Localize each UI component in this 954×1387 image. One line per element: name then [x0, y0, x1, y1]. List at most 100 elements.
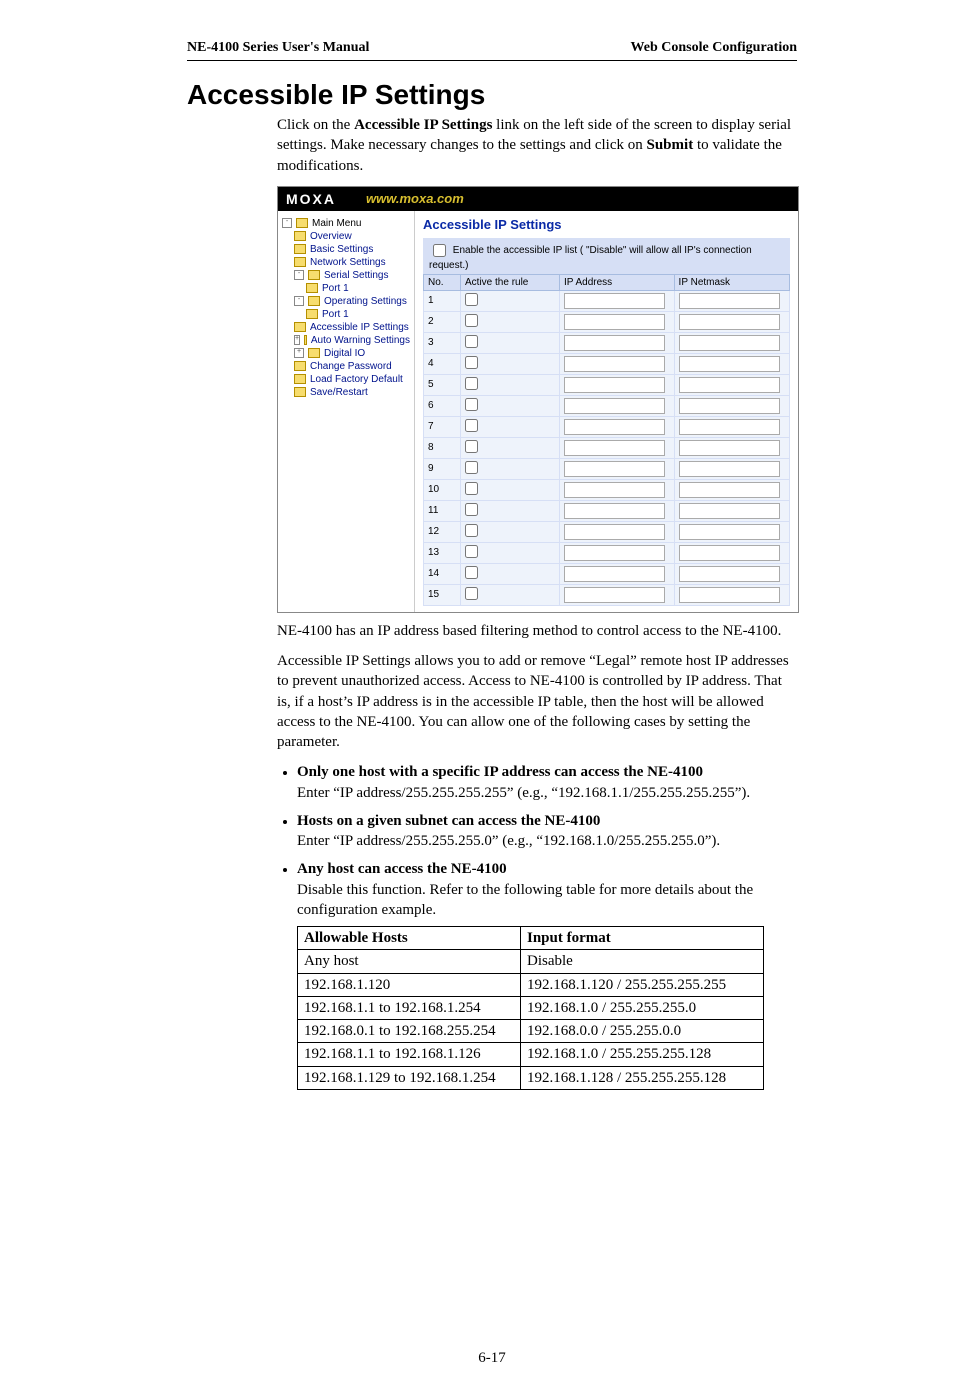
header-left: NE-4100 Series User's Manual: [187, 40, 369, 56]
row-ip-input[interactable]: [564, 482, 665, 498]
row-mask-input[interactable]: [679, 293, 781, 309]
row-mask-input[interactable]: [679, 545, 781, 561]
folder-icon: [308, 270, 320, 280]
row-ip-input[interactable]: [564, 545, 665, 561]
enable-row: Enable the accessible IP list ( "Disable…: [423, 238, 790, 274]
row-mask-input[interactable]: [679, 482, 781, 498]
ip-row: 3: [424, 332, 790, 353]
ip-row: 15: [424, 584, 790, 605]
row-mask-input[interactable]: [679, 335, 781, 351]
row-ip-input[interactable]: [564, 419, 665, 435]
row-active-checkbox[interactable]: [465, 503, 478, 516]
row-no: 12: [424, 521, 461, 542]
row-ip-input[interactable]: [564, 503, 665, 519]
nav-accessible-ip[interactable]: Accessible IP Settings: [310, 322, 409, 333]
row-mask-input[interactable]: [679, 377, 781, 393]
nav-auto-warning[interactable]: Auto Warning Settings: [311, 335, 410, 346]
nav-port1b[interactable]: Port 1: [322, 309, 349, 320]
row-active-checkbox[interactable]: [465, 524, 478, 537]
row-active-checkbox[interactable]: [465, 335, 478, 348]
row-ip-input[interactable]: [564, 440, 665, 456]
row-active-checkbox[interactable]: [465, 314, 478, 327]
row-mask-input[interactable]: [679, 503, 781, 519]
ip-row: 10: [424, 479, 790, 500]
format-row: Any hostDisable: [298, 950, 764, 973]
page-title: Accessible IP Settings: [187, 79, 797, 111]
nav-save-restart[interactable]: Save/Restart: [310, 387, 368, 398]
nav-digital-io[interactable]: Digital IO: [324, 348, 365, 359]
tree-main-menu: Main Menu: [312, 218, 361, 229]
nav-port1a[interactable]: Port 1: [322, 283, 349, 294]
row-ip-input[interactable]: [564, 398, 665, 414]
row-mask-input[interactable]: [679, 566, 781, 582]
bullet-head: Any host can access the NE-4100: [297, 861, 507, 877]
row-mask-input[interactable]: [679, 356, 781, 372]
row-ip-input[interactable]: [564, 335, 665, 351]
row-active-checkbox[interactable]: [465, 440, 478, 453]
row-mask-input[interactable]: [679, 314, 781, 330]
row-no: 11: [424, 500, 461, 521]
folder-icon: [294, 322, 306, 332]
row-active-checkbox[interactable]: [465, 587, 478, 600]
panel-title: Accessible IP Settings: [423, 217, 790, 232]
nav-operating-settings[interactable]: Operating Settings: [324, 296, 407, 307]
row-active-checkbox[interactable]: [465, 545, 478, 558]
cell-format: Disable: [521, 950, 764, 973]
row-mask-input[interactable]: [679, 587, 781, 603]
header-rule: [187, 60, 797, 61]
row-active-checkbox[interactable]: [465, 377, 478, 390]
row-no: 3: [424, 332, 461, 353]
row-ip-input[interactable]: [564, 566, 665, 582]
row-ip-input[interactable]: [564, 461, 665, 477]
tree-toggle-icon[interactable]: +: [294, 348, 304, 358]
row-mask-input[interactable]: [679, 440, 781, 456]
tree-toggle-icon[interactable]: -: [282, 218, 292, 228]
bullet-body: Disable this function. Refer to the foll…: [297, 882, 753, 918]
row-mask-input[interactable]: [679, 419, 781, 435]
row-ip-input[interactable]: [564, 377, 665, 393]
row-mask-input[interactable]: [679, 524, 781, 540]
row-no: 10: [424, 479, 461, 500]
folder-icon: [294, 231, 306, 241]
ip-row: 8: [424, 437, 790, 458]
embedded-screenshot: MOXA www.moxa.com - Main Menu Overview B…: [277, 186, 799, 613]
tree-toggle-icon[interactable]: +: [294, 335, 300, 345]
ip-row: 6: [424, 395, 790, 416]
nav-tree: - Main Menu Overview Basic Settings Netw…: [278, 211, 415, 612]
row-active-checkbox[interactable]: [465, 356, 478, 369]
row-no: 1: [424, 290, 461, 311]
nav-change-password[interactable]: Change Password: [310, 361, 392, 372]
row-ip-input[interactable]: [564, 293, 665, 309]
nav-basic-settings[interactable]: Basic Settings: [310, 244, 373, 255]
th-hosts: Allowable Hosts: [298, 927, 521, 950]
nav-network-settings[interactable]: Network Settings: [310, 257, 386, 268]
folder-icon: [306, 309, 318, 319]
row-ip-input[interactable]: [564, 587, 665, 603]
bullet-item: Only one host with a specific IP address…: [297, 762, 797, 803]
enable-checkbox[interactable]: [433, 244, 446, 257]
row-active-checkbox[interactable]: [465, 482, 478, 495]
row-active-checkbox[interactable]: [465, 419, 478, 432]
row-active-checkbox[interactable]: [465, 461, 478, 474]
folder-icon: [294, 361, 306, 371]
moxa-url: www.moxa.com: [366, 191, 464, 206]
console-topbar: MOXA www.moxa.com: [278, 187, 798, 211]
row-ip-input[interactable]: [564, 314, 665, 330]
row-active-checkbox[interactable]: [465, 566, 478, 579]
row-mask-input[interactable]: [679, 398, 781, 414]
ip-row: 11: [424, 500, 790, 521]
nav-serial-settings[interactable]: Serial Settings: [324, 270, 388, 281]
folder-icon: [296, 218, 308, 228]
tree-toggle-icon[interactable]: -: [294, 296, 304, 306]
row-active-checkbox[interactable]: [465, 398, 478, 411]
row-mask-input[interactable]: [679, 461, 781, 477]
row-no: 5: [424, 374, 461, 395]
nav-load-factory[interactable]: Load Factory Default: [310, 374, 403, 385]
ip-row: 12: [424, 521, 790, 542]
row-ip-input[interactable]: [564, 356, 665, 372]
tree-toggle-icon[interactable]: -: [294, 270, 304, 280]
row-ip-input[interactable]: [564, 524, 665, 540]
row-active-checkbox[interactable]: [465, 293, 478, 306]
folder-icon: [308, 296, 320, 306]
nav-overview[interactable]: Overview: [310, 231, 352, 242]
